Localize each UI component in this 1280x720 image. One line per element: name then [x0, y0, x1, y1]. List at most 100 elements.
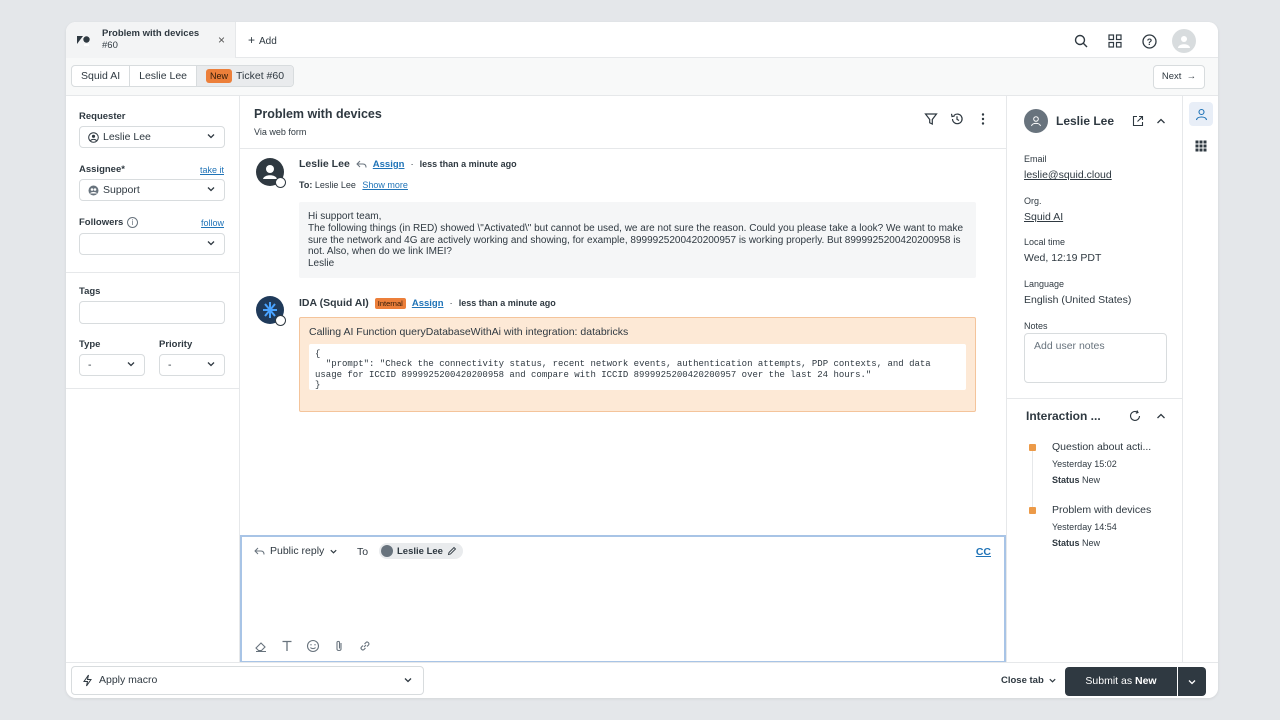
message-author[interactable]: IDA (Squid AI): [299, 297, 369, 309]
emoji-icon[interactable]: [306, 639, 320, 653]
interaction-history-title: Interaction ...: [1026, 409, 1101, 423]
tags-label: Tags: [79, 286, 101, 297]
close-tab-label: Close tab: [1001, 675, 1044, 686]
status-label: Status: [1052, 538, 1080, 548]
priority-label: Priority: [159, 339, 193, 350]
show-more-link[interactable]: Show more: [362, 180, 408, 190]
code-block: { "prompt": "Check the connectivity stat…: [309, 344, 966, 390]
priority-select[interactable]: -: [159, 354, 225, 376]
reply-type-select[interactable]: Public reply: [254, 545, 338, 557]
conversation-actions: [924, 112, 990, 126]
bottom-bar: Apply macro Close tab Submit as New: [66, 662, 1218, 698]
tags-input[interactable]: [79, 301, 225, 324]
user-icon: [1195, 108, 1207, 120]
more-vertical-icon[interactable]: [976, 112, 990, 126]
ticket-properties-panel: Requester Leslie Lee Assignee* take it S…: [66, 96, 240, 662]
customer-context-button[interactable]: [1189, 102, 1213, 126]
interaction-title[interactable]: Problem with devices: [1052, 504, 1162, 516]
assign-link[interactable]: Assign: [373, 159, 405, 170]
top-icons: ?: [1070, 29, 1196, 53]
panel-divider: [66, 272, 240, 273]
text-format-icon[interactable]: [280, 639, 294, 653]
take-it-link[interactable]: take it: [200, 165, 224, 175]
chevron-up-icon[interactable]: [1154, 114, 1168, 128]
message-line: The following things (in RED) showed \"A…: [308, 222, 964, 258]
next-button[interactable]: Next →: [1153, 65, 1205, 89]
submit-button[interactable]: Submit as New: [1065, 667, 1177, 696]
timeline-dot: [1029, 444, 1036, 451]
submit-prefix: Submit as: [1085, 675, 1133, 687]
message-author[interactable]: Leslie Lee: [299, 158, 350, 170]
link-icon[interactable]: [358, 639, 372, 653]
customer-name: Leslie Lee: [1056, 114, 1115, 128]
products-grid-icon[interactable]: [1104, 30, 1126, 52]
close-tab-select[interactable]: Close tab: [1001, 675, 1057, 686]
channel-web-icon: [275, 177, 286, 188]
message-header: Leslie Lee Assign · less than a minute a…: [299, 158, 517, 170]
breadcrumb-user[interactable]: Leslie Lee: [130, 66, 197, 86]
avatar: [381, 545, 393, 557]
filter-icon[interactable]: [924, 112, 938, 126]
message-header: IDA (Squid AI) Internal Assign · less th…: [299, 297, 556, 309]
recipient-chip[interactable]: Leslie Lee: [379, 543, 463, 559]
attachment-icon[interactable]: [332, 639, 346, 653]
status-label: Status: [1052, 475, 1080, 485]
help-icon[interactable]: ?: [1138, 30, 1160, 52]
composer-to-label: To: [357, 546, 369, 558]
type-select[interactable]: -: [79, 354, 145, 376]
dot-separator: ·: [410, 158, 414, 170]
add-tab-button[interactable]: + Add: [248, 33, 277, 47]
email-link[interactable]: leslie@squid.cloud: [1024, 169, 1112, 181]
assign-link[interactable]: Assign: [412, 298, 444, 309]
breadcrumb-ticket[interactable]: New Ticket #60: [197, 66, 294, 86]
interaction-title[interactable]: Question about acti...: [1052, 441, 1162, 453]
breadcrumb-org[interactable]: Squid AI: [72, 66, 131, 86]
search-icon[interactable]: [1070, 30, 1092, 52]
message-line: Hi support team,: [308, 211, 382, 222]
open-external-icon[interactable]: [1131, 114, 1145, 128]
message-body: Hi support team, The following things (i…: [299, 202, 976, 278]
refresh-icon[interactable]: [1128, 409, 1142, 423]
priority-value: -: [168, 359, 172, 371]
apply-macro-select[interactable]: Apply macro: [71, 666, 424, 695]
avatar: [1024, 109, 1048, 133]
eraser-icon[interactable]: [254, 639, 268, 653]
apps-button[interactable]: [1189, 134, 1213, 158]
submit-status: New: [1135, 675, 1157, 687]
history-icon[interactable]: [950, 112, 964, 126]
avatar[interactable]: [256, 296, 286, 326]
cc-link[interactable]: CC: [976, 546, 991, 558]
lightning-icon: [83, 674, 92, 687]
to-value: Leslie Lee: [314, 180, 356, 190]
ai-function-title: Calling AI Function queryDatabaseWithAi …: [309, 326, 629, 338]
status-value: New: [1082, 538, 1101, 548]
requester-select[interactable]: Leslie Lee: [79, 126, 225, 148]
follow-link[interactable]: follow: [201, 218, 224, 228]
chevron-down-icon: [1049, 678, 1056, 683]
user-notes-input[interactable]: [1024, 333, 1167, 383]
pencil-icon[interactable]: [447, 546, 457, 556]
chevron-down-icon: [207, 134, 215, 139]
reply-textarea[interactable]: [252, 565, 992, 631]
interaction-time: Yesterday 14:54: [1052, 522, 1117, 532]
internal-note: Calling AI Function queryDatabaseWithAi …: [299, 317, 976, 412]
avatar[interactable]: [256, 158, 286, 188]
chevron-down-icon: [404, 678, 412, 683]
status-badge: New: [206, 69, 233, 83]
interaction-status: Status New: [1052, 538, 1100, 548]
submit-options-button[interactable]: [1178, 667, 1206, 696]
assignee-select[interactable]: Support: [79, 179, 225, 201]
chevron-up-icon[interactable]: [1154, 409, 1168, 423]
close-tab-icon[interactable]: ×: [218, 33, 225, 47]
dot-separator: ·: [449, 297, 453, 309]
context-rail: [1182, 96, 1218, 662]
channel-web-icon: [275, 315, 286, 326]
ticket-window: Problem with devices #60 × + Add ? Squid …: [66, 22, 1218, 698]
org-link[interactable]: Squid AI: [1024, 211, 1063, 223]
tab-title: Problem with devices: [102, 28, 200, 39]
profile-avatar[interactable]: [1172, 29, 1196, 53]
info-icon[interactable]: i: [127, 217, 138, 228]
ticket-tab[interactable]: Problem with devices #60 ×: [66, 22, 236, 58]
followers-select[interactable]: [79, 233, 225, 255]
to-line: To: Leslie Lee Show more: [299, 180, 408, 190]
